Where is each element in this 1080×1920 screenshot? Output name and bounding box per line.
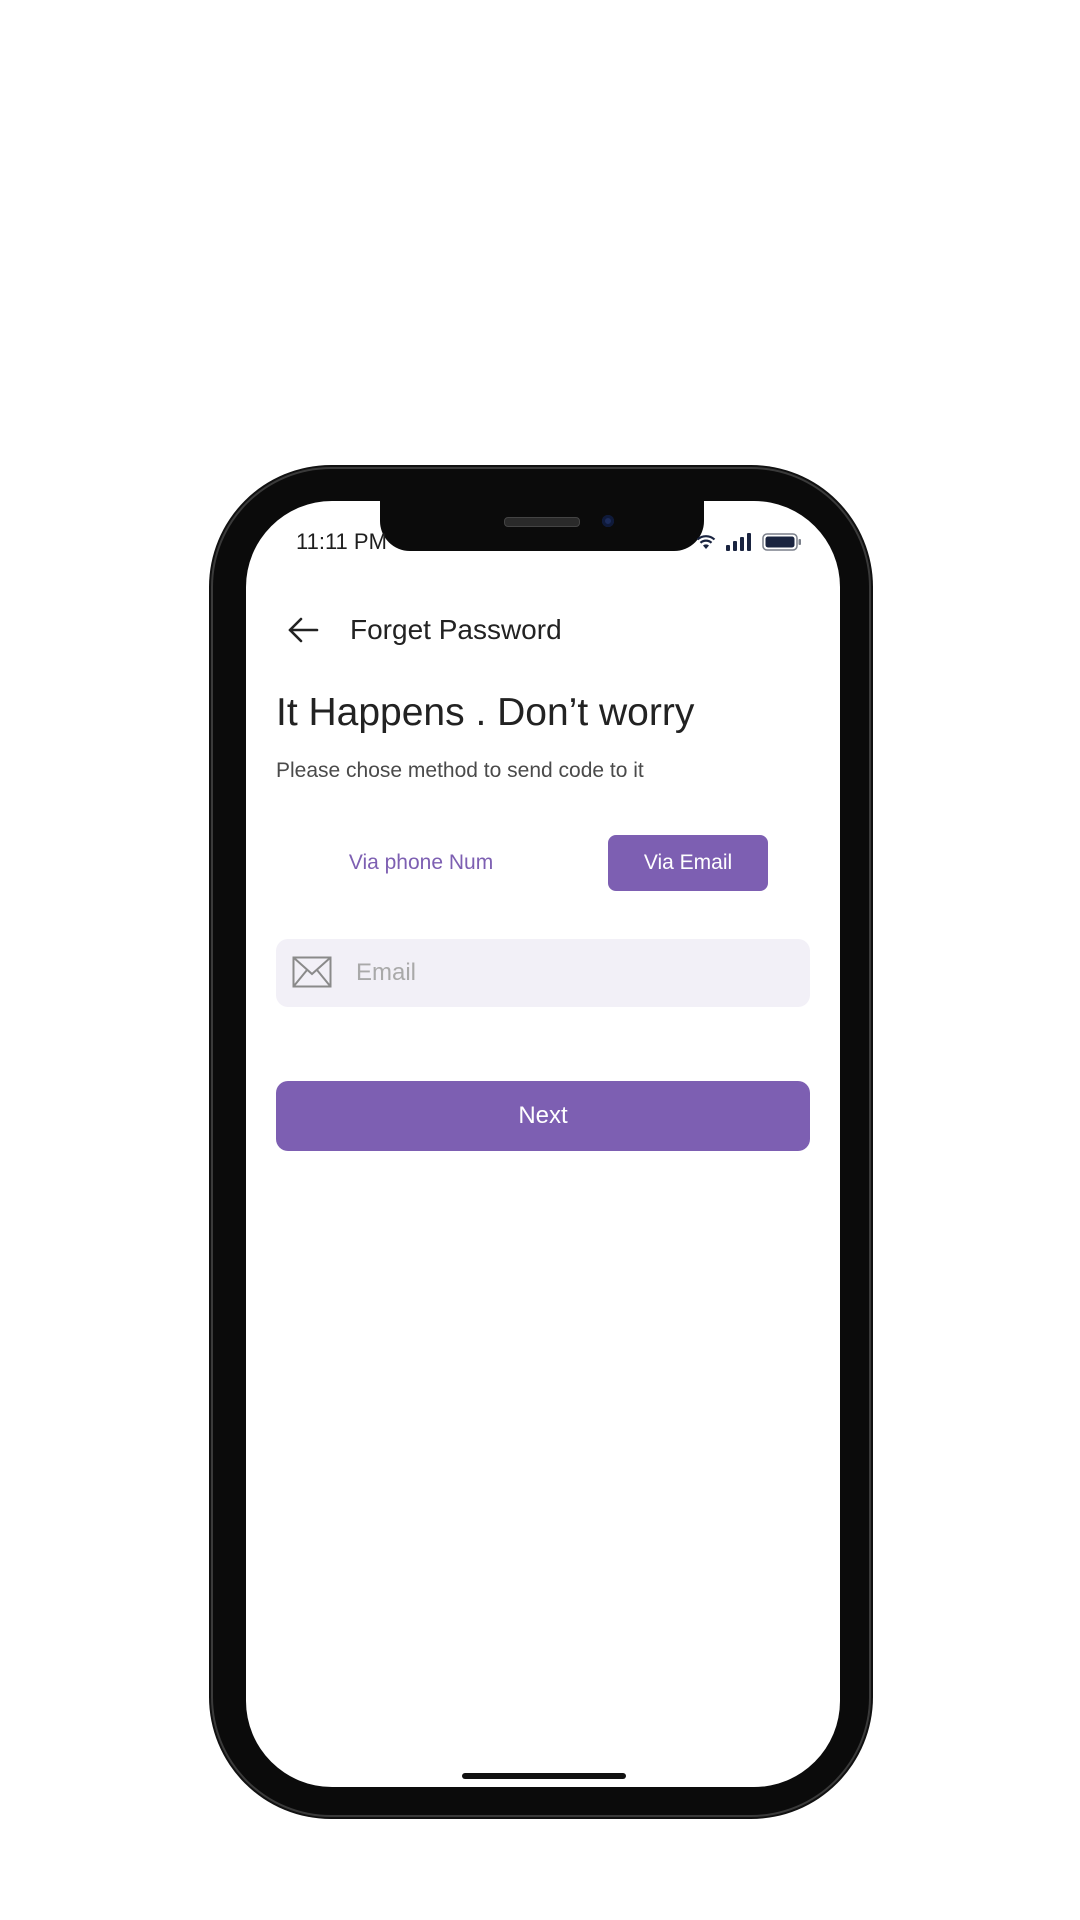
stage: 11:11 PM Forget Password It Happens . Do…: [0, 0, 1080, 1920]
phone-screen: 11:11 PM Forget Password It Happens . Do…: [246, 501, 840, 1787]
subtitle: Please chose method to send code to it: [276, 759, 644, 782]
email-field[interactable]: [276, 939, 810, 1007]
arrow-left-icon[interactable]: [286, 613, 320, 647]
email-input[interactable]: [356, 939, 796, 1007]
signal-icon: [726, 533, 751, 551]
battery-icon: [762, 533, 801, 551]
front-camera-icon: [602, 515, 614, 527]
home-indicator: [462, 1773, 626, 1779]
wifi-icon: [696, 535, 716, 549]
app-header: Forget Password: [286, 613, 562, 647]
speaker-grille: [504, 517, 580, 527]
next-button[interactable]: Next: [276, 1081, 810, 1151]
envelope-icon: [292, 956, 332, 988]
tab-via-email[interactable]: Via Email: [608, 835, 768, 891]
status-icons: [696, 533, 802, 551]
page-title: Forget Password: [350, 614, 562, 645]
status-time: 11:11 PM: [296, 529, 387, 554]
headline: It Happens . Don’t worry: [276, 691, 695, 734]
tab-via-phone[interactable]: Via phone Num: [326, 835, 516, 891]
notch: [380, 501, 704, 551]
